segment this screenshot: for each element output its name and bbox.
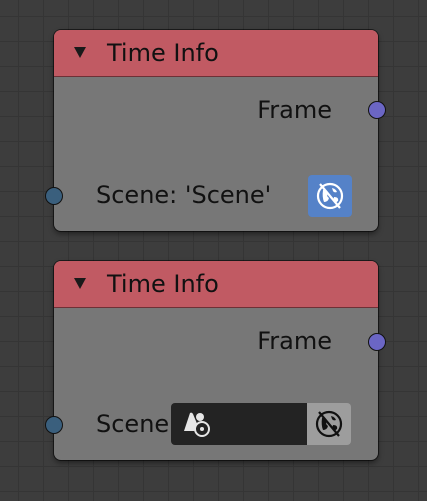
frame-output-socket[interactable] [368,101,386,119]
node-header[interactable]: Time Info [54,30,378,77]
scene-data-icon [184,412,210,437]
frame-output-label: Frame [257,96,332,124]
collapse-triangle-icon[interactable] [74,47,86,58]
frame-output-label: Frame [257,327,332,355]
scene-input-socket[interactable] [45,187,63,205]
world-icon [316,182,344,210]
use-scene-toggle-button[interactable] [307,403,351,445]
collapse-triangle-icon[interactable] [74,278,86,289]
use-scene-toggle-button[interactable] [308,175,352,217]
time-info-node[interactable]: Time Info Frame Scene [45,261,386,460]
scene-selector-field[interactable] [171,403,307,445]
node-title: Time Info [107,270,219,298]
node-header[interactable]: Time Info [54,261,378,308]
scene-input-socket[interactable] [45,416,63,434]
scene-label: Scene [96,410,170,438]
scene-label: Scene: 'Scene' [96,181,272,209]
world-icon [315,410,343,438]
node-title: Time Info [107,39,219,67]
frame-output-socket[interactable] [368,333,386,351]
time-info-node[interactable]: Time Info Frame Scene: 'Scene' [45,30,386,231]
